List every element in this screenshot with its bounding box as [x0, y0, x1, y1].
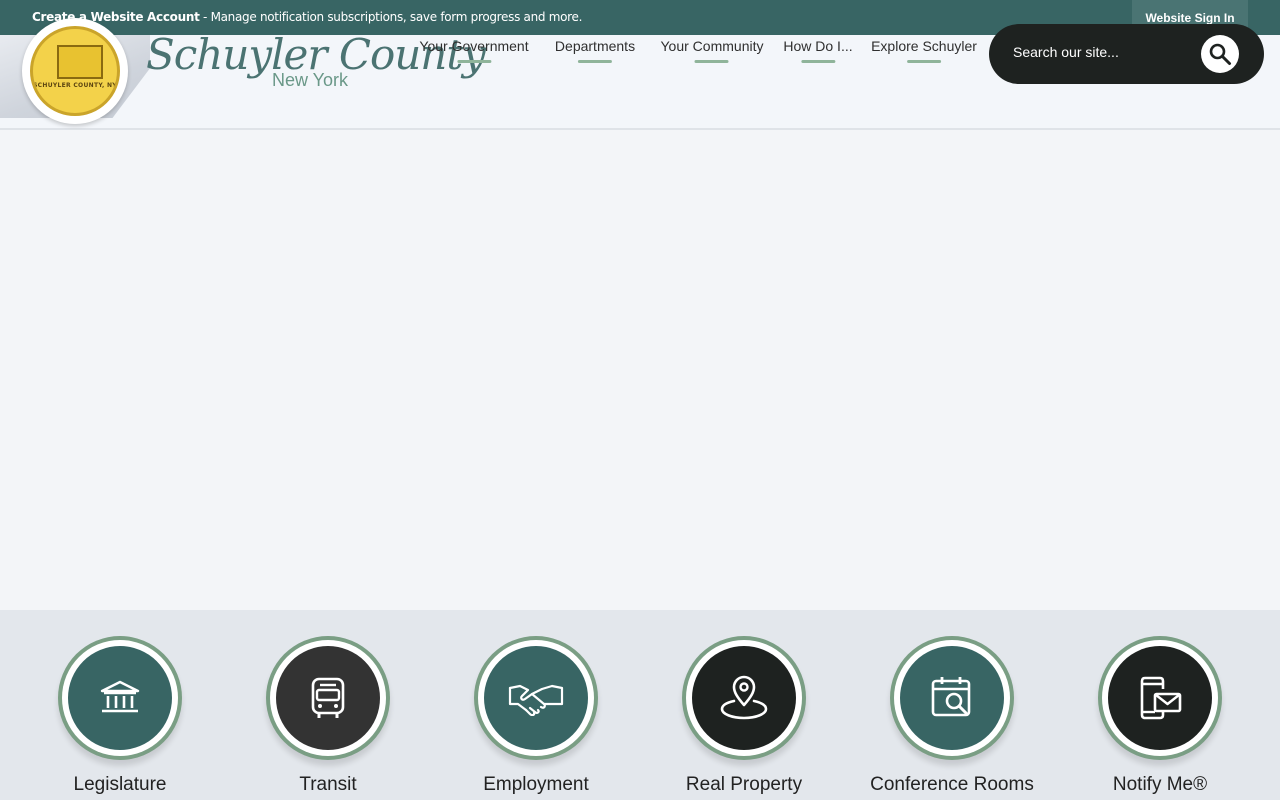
nav-underline	[906, 60, 941, 63]
quicklink-ring	[58, 636, 182, 760]
quicklink-icon-circle	[692, 646, 796, 750]
quicklink-ring	[682, 636, 806, 760]
nav-item-explore-schuyler[interactable]: Explore Schuyler	[871, 38, 977, 63]
nav-item-your-community[interactable]: Your Community	[660, 38, 764, 63]
mobile-mail-icon	[1140, 676, 1182, 720]
seal-text: SCHUYLER COUNTY, NY	[33, 82, 117, 89]
nav-underline	[694, 60, 729, 63]
nav-underline	[578, 60, 612, 63]
quicklink-real-property[interactable]: Real Property	[640, 636, 848, 796]
quicklink-icon-circle	[484, 646, 588, 750]
nav-label: Your Government	[419, 38, 529, 54]
quicklink-icon-circle	[68, 646, 172, 750]
site-subtitle: New York	[272, 70, 349, 90]
nav-label: How Do I...	[783, 38, 853, 54]
quicklink-notify-me[interactable]: Notify Me®	[1056, 636, 1264, 796]
quicklink-icon-circle	[900, 646, 1004, 750]
quicklink-ring	[266, 636, 390, 760]
quicklink-icon-circle	[1108, 646, 1212, 750]
nav-label: Departments	[554, 38, 636, 54]
quicklink-label: Notify Me®	[1112, 774, 1208, 795]
quicklink-label: Employment	[483, 774, 589, 795]
site-search	[989, 24, 1264, 84]
handshake-icon	[508, 684, 564, 716]
quicklink-icon-circle	[276, 646, 380, 750]
search-input[interactable]	[1013, 44, 1193, 60]
quick-links-bar: Legislature Transit Employment Real Prop…	[0, 610, 1280, 800]
main-content-area	[0, 130, 1280, 610]
nav-label: Your Community	[660, 38, 764, 54]
county-seal-logo[interactable]: SCHUYLER COUNTY, NY	[22, 18, 128, 124]
nav-item-departments[interactable]: Departments	[554, 38, 636, 63]
quicklink-label: Transit	[299, 774, 357, 795]
nav-underline	[457, 60, 491, 63]
quicklink-ring	[474, 636, 598, 760]
nav-label: Explore Schuyler	[871, 38, 977, 54]
map-pin-icon	[720, 675, 768, 720]
search-icon	[1209, 43, 1231, 65]
calendar-search-icon	[931, 677, 971, 717]
create-account-description: - Manage notification subscriptions, sav…	[199, 10, 583, 24]
bus-icon	[311, 677, 345, 718]
quicklink-ring	[890, 636, 1014, 760]
nav-item-how-do-i[interactable]: How Do I...	[783, 38, 853, 63]
seal-emblem: SCHUYLER COUNTY, NY	[30, 26, 120, 116]
nav-item-your-government[interactable]: Your Government	[419, 38, 529, 63]
quicklink-legislature[interactable]: Legislature	[16, 636, 224, 796]
create-account-message[interactable]: Create a Website Account - Manage notifi…	[32, 10, 582, 24]
quicklink-transit[interactable]: Transit	[224, 636, 432, 796]
nav-underline	[801, 60, 835, 63]
quicklink-label: Legislature	[73, 774, 167, 795]
quicklink-conference-rooms[interactable]: Conference Rooms	[848, 636, 1056, 796]
quicklink-employment[interactable]: Employment	[432, 636, 640, 796]
quicklink-label: Conference Rooms	[870, 774, 1034, 795]
quicklink-label: Real Property	[685, 774, 803, 795]
search-button[interactable]	[1201, 35, 1239, 73]
government-building-icon	[100, 680, 140, 713]
quicklink-ring	[1098, 636, 1222, 760]
